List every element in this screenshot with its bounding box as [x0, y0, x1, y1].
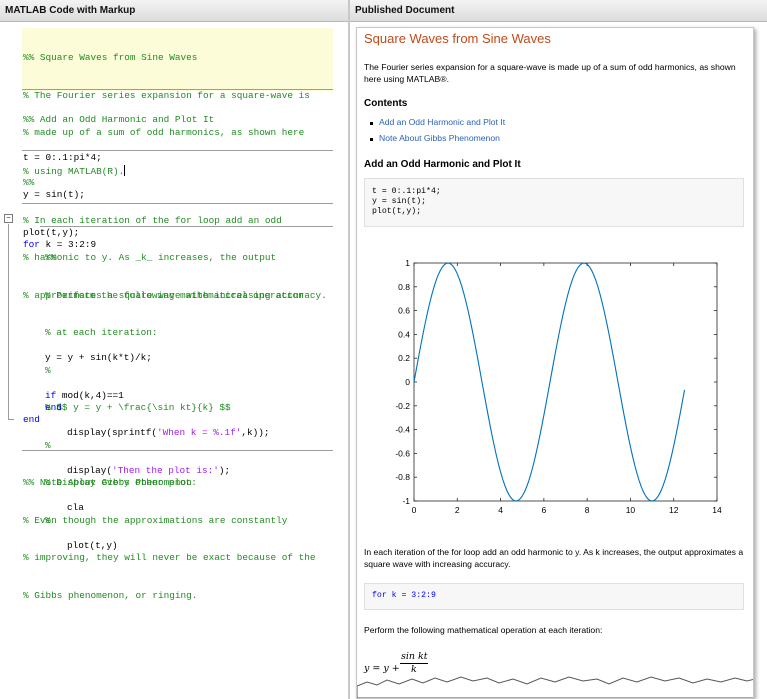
fold-guide-end: [8, 419, 14, 420]
code-line: %%: [45, 252, 57, 263]
x-tick-label: 12: [669, 505, 679, 515]
bullet: [370, 138, 373, 141]
fold-toggle-button[interactable]: −: [4, 214, 13, 223]
x-tick-label: 2: [455, 505, 460, 515]
code-line: % Even though the approximations are con…: [23, 514, 288, 526]
keyword-end-if[interactable]: end: [45, 402, 62, 415]
torn-edge-decoration: [357, 676, 753, 698]
cell-divider: [22, 203, 333, 204]
doc-title: Square Waves from Sine Waves: [364, 31, 551, 46]
y-tick-label: 0.4: [398, 329, 410, 339]
cell-divider: [22, 150, 333, 151]
y-tick-label: -0.8: [395, 472, 410, 482]
x-tick-label: 0: [412, 505, 417, 515]
toc-link-gibbs[interactable]: Note About Gibbs Phenomenon: [379, 133, 500, 143]
string-literal: 'When k = %.1f': [157, 427, 242, 438]
y-tick-label: -1: [402, 496, 410, 506]
keyword-end-for[interactable]: end: [23, 414, 40, 427]
x-tick-label: 8: [585, 505, 590, 515]
code-token: display(sprintf(: [67, 427, 158, 438]
code-panel-title: MATLAB Code with Markup: [5, 5, 136, 16]
plot-axes-box: [413, 262, 718, 502]
y-tick-label: 0.6: [398, 306, 410, 316]
y-tick-label: -0.4: [395, 425, 410, 435]
doc-intro-text: The Fourier series expansion for a squar…: [364, 62, 736, 84]
document-panel-header: Published Document: [350, 0, 767, 22]
doc-operation-text: Perform the following mathematical opera…: [364, 625, 603, 635]
doc-code-block: t = 0:.1:pi*4; y = sin(t); plot(t,y);: [364, 178, 744, 227]
document-panel-title: Published Document: [355, 5, 455, 16]
code-line: %% Note About Gibbs Phenomenon: [23, 477, 192, 488]
code-line: % Perform the following mathematical ope…: [45, 289, 304, 301]
code-line: % Gibbs phenomenon, or ringing.: [23, 589, 198, 601]
sine-wave-plot: 0 2 4 6 8 10 12 14 -1 -0.8 -0.6 -0.4 -0.2 0 0.2 0.4 0.6 0…: [395, 258, 722, 515]
x-tick-label: 14: [712, 505, 722, 515]
bullet: [370, 122, 373, 125]
y-tick-label: 0.2: [398, 353, 410, 363]
code-section-gibbs[interactable]: %% Note About Gibbs Phenomenon % Even th…: [23, 452, 316, 627]
code-line: %% Add an Odd Harmonic and Plot It: [23, 114, 215, 125]
toc-link-odd-harmonic[interactable]: Add an Odd Harmonic and Plot It: [379, 117, 505, 127]
fold-guide-line: [8, 224, 9, 419]
code-token: ,k));: [241, 427, 270, 438]
y-tick-label: 1: [405, 258, 410, 268]
section-heading: Add an Odd Harmonic and Plot It: [364, 159, 521, 170]
code-line: y = y + sin(k*t)/k;: [45, 352, 152, 363]
contents-heading: Contents: [364, 98, 408, 109]
code-line: % improving, they will never be exact be…: [23, 552, 316, 563]
doc-code-block-for: for k = 3:2:9: [364, 583, 744, 610]
panel-divider[interactable]: [348, 0, 350, 699]
code-line: %%: [23, 177, 35, 188]
keyword-if: if: [45, 389, 57, 401]
code-panel-header: MATLAB Code with Markup: [0, 0, 349, 22]
keyword-for: for: [23, 239, 40, 250]
code-line: mod(k,4)==1: [56, 389, 124, 401]
published-document-page: Square Waves from Sine Waves The Fourier…: [356, 27, 754, 699]
x-tick-label: 10: [626, 505, 636, 515]
y-tick-label: 0: [405, 377, 410, 387]
code-editor[interactable]: %% Square Waves from Sine Waves % The Fo…: [0, 23, 348, 699]
y-tick-label: 0.8: [398, 282, 410, 292]
equation-numerator: sin kt: [401, 651, 428, 662]
code-line: %% Square Waves from Sine Waves: [23, 52, 198, 63]
y-tick-label: -0.2: [395, 401, 410, 411]
x-tick-label: 6: [541, 505, 546, 515]
cell-divider: [22, 450, 333, 451]
x-tick-label: 4: [498, 505, 503, 515]
doc-loop-text: In each iteration of the for loop add an…: [364, 547, 744, 569]
y-tick-label: -0.6: [395, 448, 410, 458]
